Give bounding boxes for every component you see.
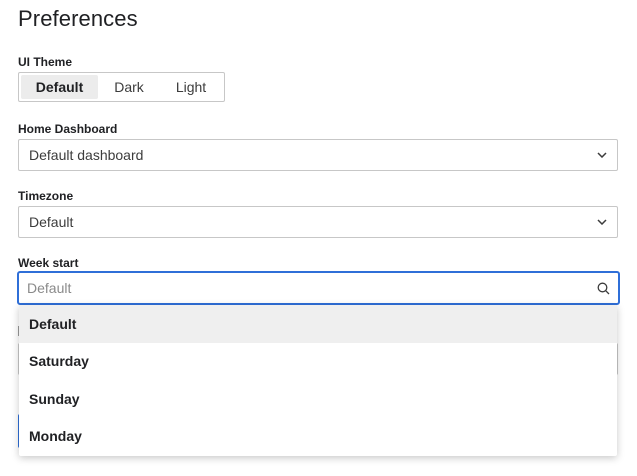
page-title: Preferences <box>18 6 138 31</box>
search-icon <box>596 281 610 295</box>
theme-option-dark[interactable]: Dark <box>98 75 160 99</box>
timezone-select[interactable]: Default <box>18 206 618 238</box>
week-start-dropdown-menu: Default Saturday Sunday Monday <box>19 305 617 456</box>
week-start-label: Week start <box>18 256 79 270</box>
week-start-option-default[interactable]: Default <box>19 305 617 343</box>
theme-option-light[interactable]: Light <box>160 75 222 99</box>
week-start-option-monday[interactable]: Monday <box>19 418 617 456</box>
preferences-page: Preferences UI Theme Default Dark Light … <box>0 0 637 476</box>
ui-theme-radio-group: Default Dark Light <box>18 72 225 102</box>
timezone-label: Timezone <box>18 189 74 203</box>
home-dashboard-select[interactable]: Default dashboard <box>18 139 618 171</box>
week-start-option-sunday[interactable]: Sunday <box>19 380 617 418</box>
ui-theme-label: UI Theme <box>18 55 73 69</box>
timezone-value: Default <box>29 214 74 230</box>
week-start-search-input[interactable] <box>27 280 596 296</box>
week-start-option-saturday[interactable]: Saturday <box>19 343 617 381</box>
theme-option-default[interactable]: Default <box>21 75 98 99</box>
chevron-down-icon <box>597 217 607 227</box>
chevron-down-icon <box>597 150 607 160</box>
home-dashboard-value: Default dashboard <box>29 147 144 163</box>
home-dashboard-label: Home Dashboard <box>18 122 118 136</box>
week-start-select[interactable] <box>17 271 620 305</box>
